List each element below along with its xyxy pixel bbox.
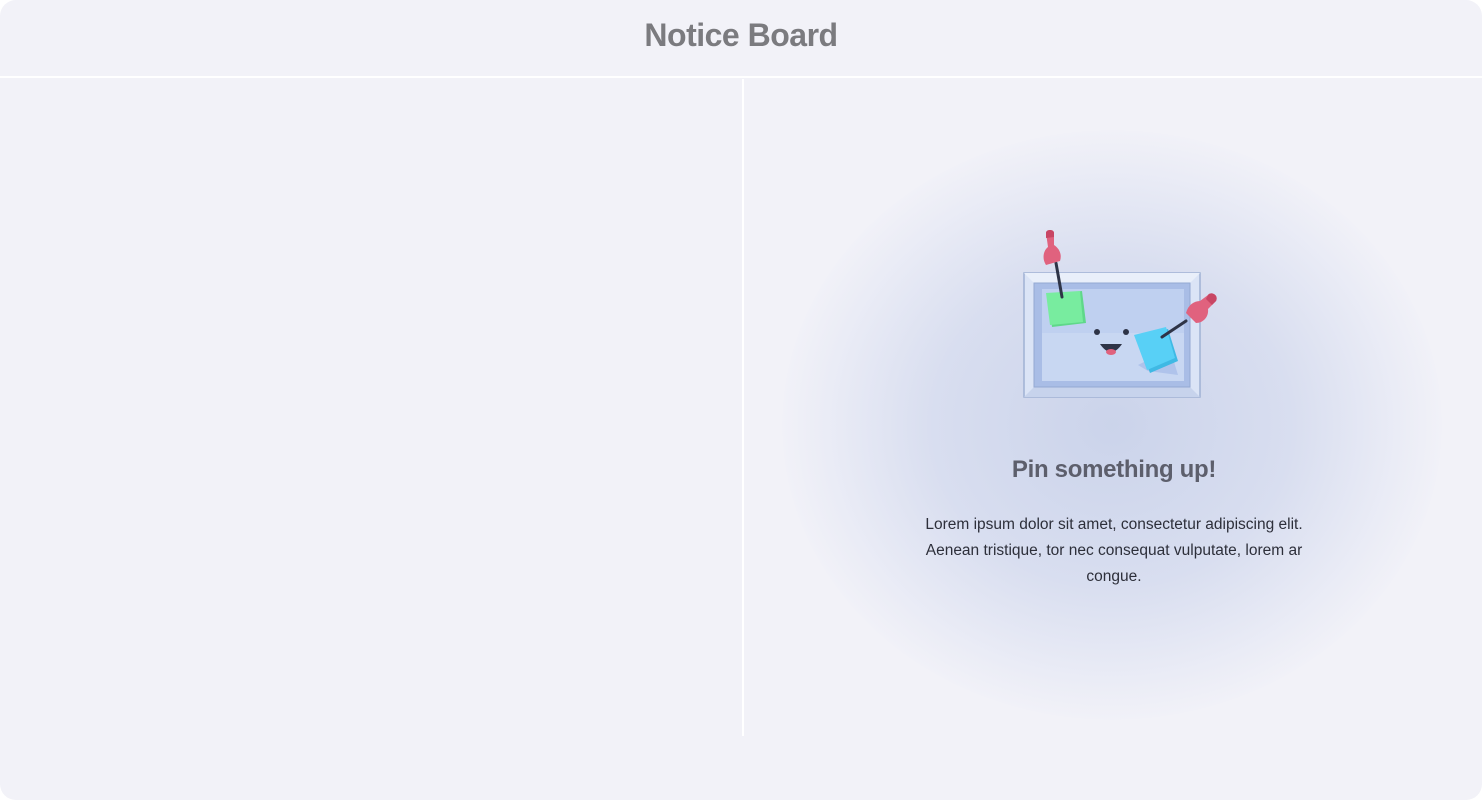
empty-state-description: Lorem ipsum dolor sit amet, consectetur … xyxy=(925,516,1303,585)
notices-list-pane xyxy=(0,79,742,736)
notice-board-panel: Notice Board Pin something up! Lorem ips… xyxy=(0,0,1482,800)
empty-state-heading: Pin something up! xyxy=(1011,456,1217,483)
board-frame xyxy=(1023,272,1201,398)
empty-state-glow xyxy=(782,130,1442,720)
page-title: Notice Board xyxy=(644,16,838,53)
notice-board-illustration xyxy=(1023,230,1217,398)
header: Notice Board xyxy=(0,0,1482,78)
green-note-icon xyxy=(1046,291,1086,327)
